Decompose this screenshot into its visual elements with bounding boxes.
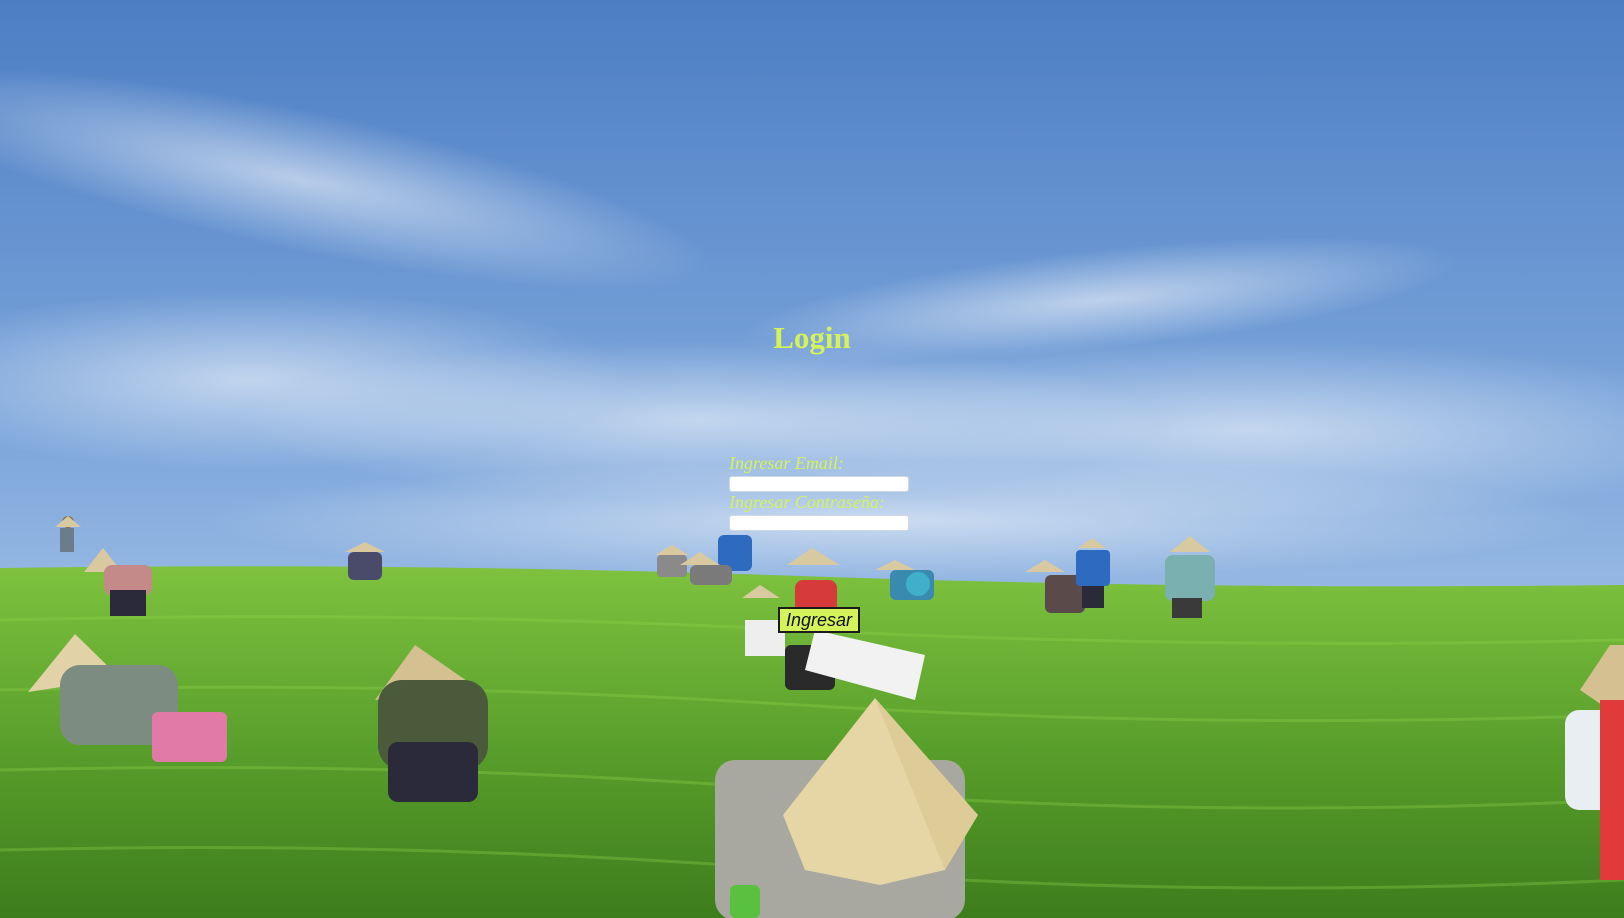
password-label: Ingresar Contraseña:	[729, 492, 885, 512]
email-field[interactable]	[729, 476, 909, 492]
login-form: Login Ingresar Email: Ingresar Contraseñ…	[0, 0, 1624, 918]
password-field[interactable]	[729, 515, 909, 531]
login-title: Login	[773, 320, 851, 355]
submit-button[interactable]: Ingresar	[778, 607, 861, 633]
email-label: Ingresar Email:	[729, 453, 844, 473]
